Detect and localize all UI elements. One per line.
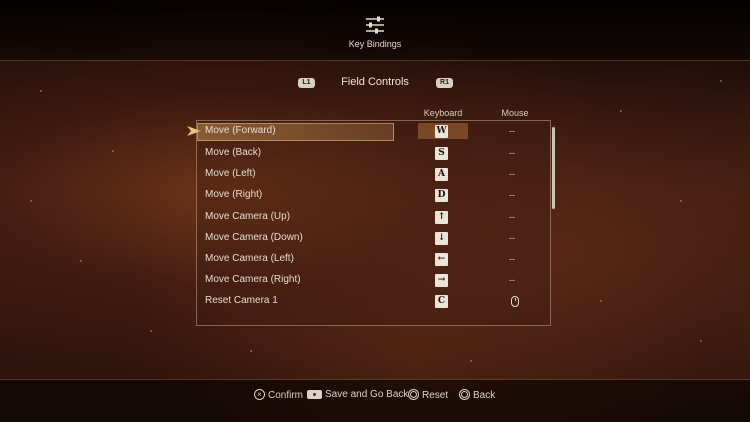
mouse-binding[interactable]: -- xyxy=(509,169,515,179)
ember-particle xyxy=(150,330,152,332)
action-label: Move Camera (Right) xyxy=(205,274,301,285)
action-label: Move Camera (Up) xyxy=(205,211,291,222)
page-title: Key Bindings xyxy=(348,39,402,49)
action-label: Move (Back) xyxy=(205,147,262,158)
binding-row-move-camera-down[interactable]: Move Camera (Down) ↓ -- xyxy=(197,229,547,248)
action-label: Move (Right) xyxy=(205,189,263,200)
mouse-binding[interactable]: -- xyxy=(509,126,515,136)
binding-row-move-back[interactable]: Move (Back) S -- xyxy=(197,144,547,163)
ember-particle xyxy=(620,110,622,112)
key-w-icon[interactable]: W xyxy=(435,125,448,138)
arrow-up-key-icon[interactable]: ↑ xyxy=(435,211,448,224)
ember-particle xyxy=(112,150,114,152)
mouse-binding[interactable]: -- xyxy=(509,190,515,200)
mouse-binding[interactable]: -- xyxy=(509,275,515,285)
binding-row-move-camera-right[interactable]: Move Camera (Right) → -- xyxy=(197,271,547,290)
footer-bar xyxy=(0,380,750,422)
tab-field-controls: Field Controls xyxy=(341,76,409,88)
sliders-icon xyxy=(366,16,384,34)
save-and-go-back-prompt[interactable]: Save and Go Back xyxy=(307,389,408,400)
ember-particle xyxy=(250,350,252,352)
action-label: Move Camera (Down) xyxy=(205,232,303,243)
binding-row-move-camera-left[interactable]: Move Camera (Left) ← -- xyxy=(197,250,547,269)
back-prompt[interactable]: Back xyxy=(459,389,495,401)
ember-particle xyxy=(600,300,602,302)
circle-button-icon xyxy=(459,389,470,400)
ember-particle xyxy=(700,340,702,342)
binding-row-move-forward[interactable]: Move (Forward) W -- xyxy=(197,122,547,141)
header-divider xyxy=(0,60,750,61)
touchpad-button-icon xyxy=(307,390,322,399)
key-d-icon[interactable]: D xyxy=(435,189,448,202)
action-label: Move (Forward) xyxy=(205,125,276,136)
back-label: Back xyxy=(473,390,496,401)
arrow-left-key-icon[interactable]: ← xyxy=(435,253,448,266)
reset-label: Reset xyxy=(422,390,449,401)
key-s-icon[interactable]: S xyxy=(435,147,448,160)
arrow-right-key-icon[interactable]: → xyxy=(435,274,448,287)
action-label: Move Camera (Left) xyxy=(205,253,294,264)
cross-button-icon: × xyxy=(254,389,265,400)
key-a-icon[interactable]: A xyxy=(435,168,448,181)
column-header-mouse: Mouse xyxy=(501,108,529,118)
scrollbar[interactable] xyxy=(552,127,555,209)
binding-row-move-left[interactable]: Move (Left) A -- xyxy=(197,165,547,184)
reset-button-icon xyxy=(408,389,419,400)
ember-particle xyxy=(80,260,82,262)
mouse-binding[interactable]: -- xyxy=(509,233,515,243)
ember-particle xyxy=(470,360,472,362)
column-header-keyboard: Keyboard xyxy=(423,108,463,118)
save-and-go-back-label: Save and Go Back xyxy=(325,389,409,400)
reset-prompt[interactable]: Reset xyxy=(408,389,448,401)
r1-button-icon[interactable]: R1 xyxy=(436,78,453,88)
mouse-binding[interactable]: -- xyxy=(509,148,515,158)
binding-row-reset-camera-1[interactable]: Reset Camera 1 C xyxy=(197,292,547,311)
category-tabs: L1 Field Controls R1 xyxy=(0,76,750,92)
mouse-middle-button-icon[interactable] xyxy=(511,296,519,307)
binding-row-move-right[interactable]: Move (Right) D -- xyxy=(197,186,547,205)
mouse-binding[interactable]: -- xyxy=(509,254,515,264)
arrow-down-key-icon[interactable]: ↓ xyxy=(435,232,448,245)
binding-row-move-camera-up[interactable]: Move Camera (Up) ↑ -- xyxy=(197,208,547,227)
key-c-icon[interactable]: C xyxy=(435,295,448,308)
confirm-label: Confirm xyxy=(268,390,304,401)
ember-particle xyxy=(30,200,32,202)
action-label: Move (Left) xyxy=(205,168,256,179)
action-label: Reset Camera 1 xyxy=(205,295,278,306)
confirm-prompt[interactable]: × Confirm xyxy=(254,389,303,401)
mouse-binding[interactable]: -- xyxy=(509,212,515,222)
ember-particle xyxy=(680,200,682,202)
